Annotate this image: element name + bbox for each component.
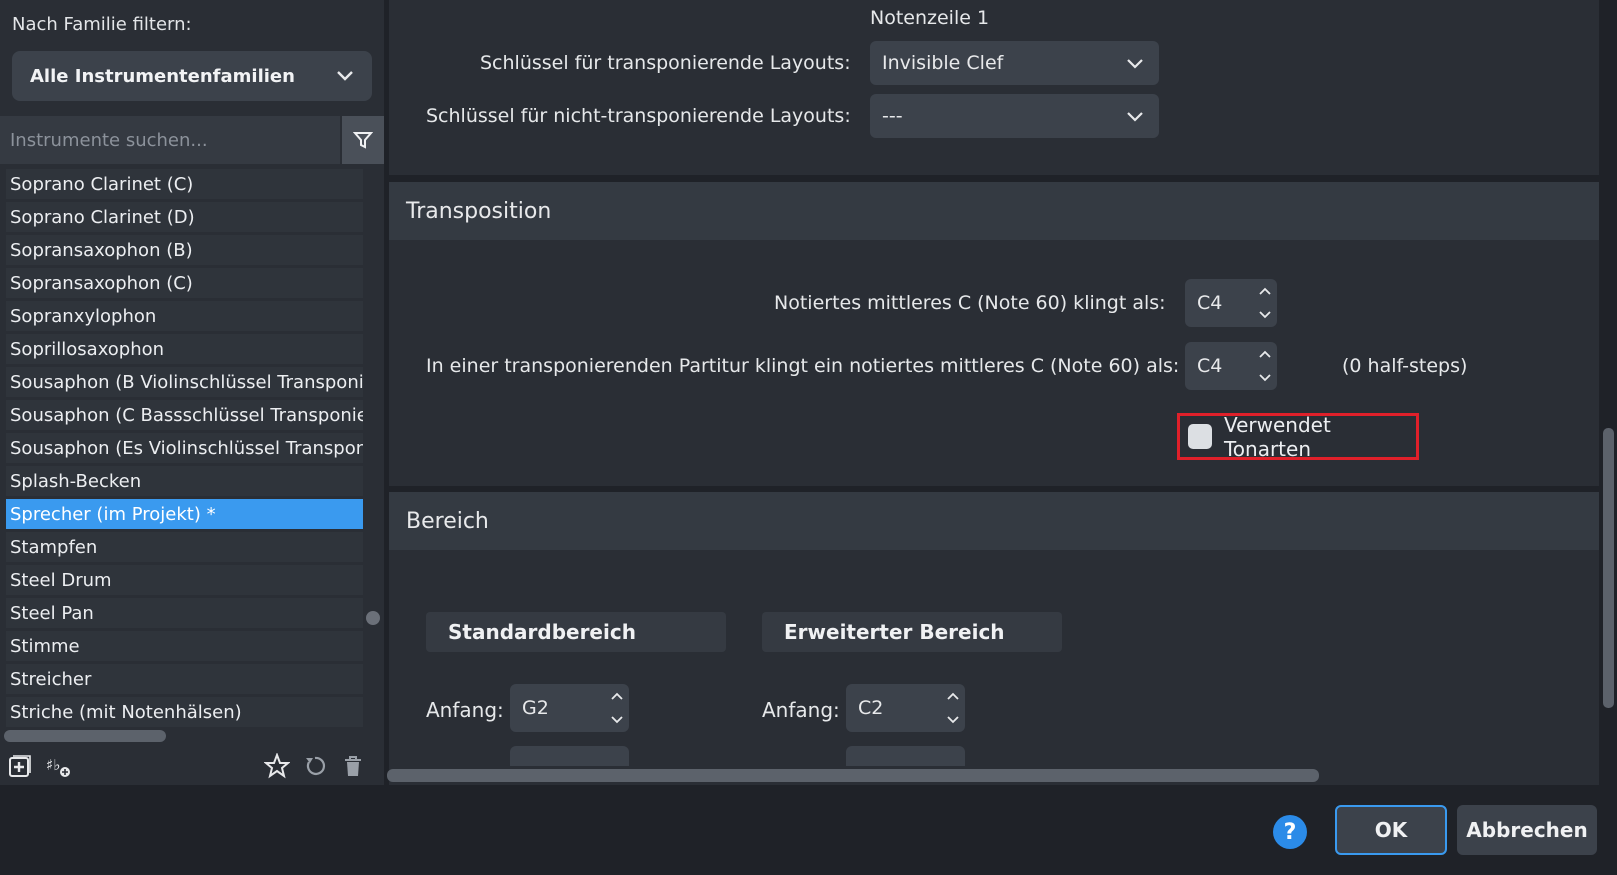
instrument-list-item[interactable]: Stimme — [6, 631, 363, 661]
spin-arrows — [941, 684, 965, 732]
star-icon — [264, 753, 290, 779]
help-button[interactable]: ? — [1273, 815, 1307, 849]
range-header: Bereich — [389, 492, 1599, 550]
concert-clef-value: --- — [882, 105, 903, 127]
family-filter-label: Nach Familie filtern: — [12, 14, 192, 35]
chevron-down-icon[interactable] — [605, 708, 629, 732]
standard-start-value: G2 — [522, 697, 549, 719]
family-filter-value: Alle Instrumentenfamilien — [30, 65, 295, 87]
search-placeholder: Instrumente suchen... — [10, 129, 208, 151]
instrument-list-item[interactable]: Steel Pan — [6, 598, 363, 628]
add-instrument-button[interactable] — [4, 750, 36, 782]
chevron-up-icon[interactable] — [1253, 279, 1277, 303]
instrument-list-item[interactable]: Sousaphon (B Violinschlüssel Transponier — [6, 367, 363, 397]
trash-icon — [345, 756, 361, 776]
uses-keys-checkbox[interactable] — [1188, 424, 1212, 449]
standard-range-header: Standardbereich — [426, 612, 726, 652]
chevron-down-icon[interactable] — [941, 708, 965, 732]
family-filter-select[interactable]: Alle Instrumentenfamilien — [12, 51, 372, 101]
instrument-list-item[interactable]: Sousaphon (Es Violinschlüssel Transponie — [6, 433, 363, 463]
half-steps-label: (0 half-steps) — [1342, 355, 1468, 377]
instrument-list-item[interactable]: Steel Drum — [6, 565, 363, 595]
list-horizontal-scrollbar[interactable] — [4, 730, 166, 742]
instrument-list-item[interactable]: Sousaphon (C Bassschlüssel Transponierte — [6, 400, 363, 430]
uses-keys-checkbox-row[interactable]: Verwendet Tonarten — [1177, 412, 1419, 461]
chevron-down-icon — [1127, 112, 1143, 122]
instrument-browser: Nach Familie filtern: Alle Instrumentenf… — [0, 0, 384, 785]
instrument-search-input[interactable]: Instrumente suchen... — [0, 116, 340, 164]
instrument-list-item[interactable]: Striche (mit Notenhälsen) — [6, 697, 363, 727]
delete-button[interactable] — [337, 750, 369, 782]
transposing-score-label: In einer transponierenden Partitur kling… — [426, 355, 1180, 377]
instrument-list-item[interactable]: Soprillosaxophon — [6, 334, 363, 364]
accidental-add-icon: ♯♭ — [46, 756, 70, 777]
chevron-down-icon — [337, 71, 353, 81]
add-accidental-button[interactable]: ♯♭ — [42, 750, 74, 782]
chevron-up-icon[interactable] — [941, 684, 965, 708]
instrument-toolbar: ♯♭ — [0, 748, 384, 785]
instrument-list-item[interactable]: Sopransaxophon (C) — [6, 268, 363, 298]
extended-start-label: Anfang: — [762, 698, 840, 722]
instrument-list: Soprano Clarinet (C) Soprano Clarinet (D)… — [6, 169, 363, 730]
svg-text:♯♭: ♯♭ — [46, 756, 60, 774]
ok-button[interactable]: OK — [1335, 805, 1447, 855]
standard-end-spinbox-clipped[interactable] — [510, 746, 629, 766]
concert-clef-select[interactable]: --- — [870, 94, 1159, 138]
transposing-clef-value: Invisible Clef — [882, 52, 1004, 74]
staff-label: Notenzeile 1 — [870, 7, 990, 29]
filter-icon — [353, 132, 373, 149]
chevron-down-icon — [1127, 59, 1143, 69]
extended-end-spinbox-clipped[interactable] — [846, 746, 965, 766]
help-icon: ? — [1283, 819, 1297, 845]
spin-arrows — [605, 684, 629, 732]
instrument-list-item[interactable]: Streicher — [6, 664, 363, 694]
extended-start-spinbox[interactable]: C2 — [846, 684, 965, 732]
reset-button[interactable] — [299, 750, 331, 782]
reset-icon — [306, 756, 326, 775]
instrument-properties: Notenzeile 1 Schlüssel für transponieren… — [389, 0, 1599, 785]
spin-arrows — [1253, 342, 1277, 390]
filter-button[interactable] — [342, 116, 384, 164]
properties-horizontal-scrollbar[interactable] — [387, 769, 1319, 782]
chevron-up-icon[interactable] — [1253, 342, 1277, 366]
extended-start-value: C2 — [858, 697, 884, 719]
instrument-list-item[interactable]: Sopranxylophon — [6, 301, 363, 331]
cancel-button[interactable]: Abbrechen — [1457, 805, 1597, 855]
transposing-clef-select[interactable]: Invisible Clef — [870, 41, 1159, 85]
chevron-down-icon[interactable] — [1253, 303, 1277, 327]
instrument-list-item[interactable]: Soprano Clarinet (D) — [6, 202, 363, 232]
standard-start-spinbox[interactable]: G2 — [510, 684, 629, 732]
favorite-button[interactable] — [261, 750, 293, 782]
transposition-header: Transposition — [389, 182, 1599, 240]
concert-clef-label: Schlüssel für nicht-transponierende Layo… — [426, 105, 851, 127]
add-box-icon — [9, 755, 31, 777]
transposing-clef-label: Schlüssel für transponierende Layouts: — [480, 52, 851, 74]
properties-vertical-scrollbar[interactable] — [1603, 428, 1614, 708]
standard-start-label: Anfang: — [426, 698, 504, 722]
instrument-list-item[interactable]: Sopransaxophon (B) — [6, 235, 363, 265]
written-c-label: Notiertes mittleres C (Note 60) klingt a… — [774, 292, 1166, 314]
instrument-list-item[interactable]: Sprecher (im Projekt) * — [6, 499, 363, 529]
written-c-spinbox[interactable]: C4 — [1185, 279, 1277, 327]
chevron-down-icon[interactable] — [1253, 366, 1277, 390]
instrument-list-item[interactable]: Stampfen — [6, 532, 363, 562]
chevron-up-icon[interactable] — [605, 684, 629, 708]
spin-arrows — [1253, 279, 1277, 327]
instrument-list-item[interactable]: Soprano Clarinet (C) — [6, 169, 363, 199]
transposing-score-value: C4 — [1197, 355, 1223, 377]
extended-range-header: Erweiterter Bereich — [762, 612, 1062, 652]
list-vertical-scrollbar[interactable] — [366, 611, 380, 625]
transposing-score-spinbox[interactable]: C4 — [1185, 342, 1277, 390]
uses-keys-label: Verwendet Tonarten — [1223, 412, 1331, 461]
clef-section: Notenzeile 1 Schlüssel für transponieren… — [389, 0, 1599, 175]
written-c-value: C4 — [1197, 292, 1223, 314]
instrument-list-item[interactable]: Splash-Becken — [6, 466, 363, 496]
